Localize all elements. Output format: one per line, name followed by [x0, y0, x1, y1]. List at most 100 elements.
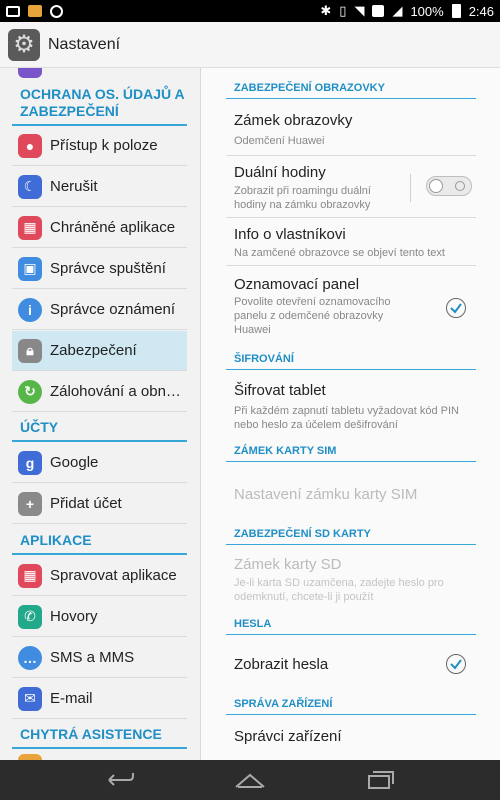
sidebar-item-label: E-mail [50, 690, 93, 707]
divider [410, 174, 411, 202]
sidebar-item-backup-restore[interactable]: ↻ Zálohování a obn… [12, 372, 187, 412]
item-title: Duální hodiny [234, 164, 326, 181]
notification-panel-item[interactable]: Oznamovací panel Povolite otevření oznam… [226, 266, 476, 346]
phone-icon: ✆ [18, 604, 42, 629]
category-apps: APLIKACE [12, 532, 187, 555]
item-title: Zámek karty SD [234, 556, 342, 573]
sim-lock-settings-item: Nastavení zámku karty SIM [226, 466, 476, 521]
item-title: Oznamovací panel [234, 276, 360, 293]
recent-apps-icon [368, 771, 394, 789]
settings-category-list: OCHRANA OS. ÚDAJŮ A ZABEZPEČENÍ ● Přístu… [0, 68, 200, 760]
sidebar-item-label: Zabezpečení [50, 342, 137, 359]
section-encryption: ŠIFROVÁNÍ [226, 353, 476, 370]
sidebar-item-label: Hovory [50, 608, 98, 625]
sidebar-item-label: Google [50, 454, 99, 471]
item-title: Zámek obrazovky [234, 112, 353, 129]
item-title: Správci zařízení [234, 728, 342, 745]
home-button[interactable] [230, 765, 270, 795]
item-title: Info o vlastníkovi [234, 226, 346, 243]
sidebar-item-label: Správce oznámení [50, 301, 176, 318]
item-summary: Zobrazit při roamingu duální hodiny na z… [234, 185, 371, 211]
item-summary: Při každém zapnutí tabletu vyžadovat kód… [234, 405, 460, 431]
sidebar-item-label: Přístup k poloze [50, 137, 158, 154]
sidebar-item-add-account[interactable]: + Přidat účet [12, 484, 187, 524]
dual-clocks-toggle[interactable] [426, 176, 472, 196]
sidebar-item-notification-manager[interactable]: i Správce oznámení [12, 290, 187, 330]
notification-panel-checkbox[interactable] [446, 298, 466, 318]
sidebar-item-security[interactable]: 🔒︎ Zabezpečení [12, 331, 187, 371]
bluetooth-icon: ✱ [320, 3, 332, 18]
battery-percent: 100% [410, 3, 444, 19]
toggle-knob [429, 179, 443, 193]
protected-apps-icon: ▦ [18, 215, 42, 240]
partial-list-icon [18, 68, 42, 78]
sidebar-item-startup-manager[interactable]: ▣ Správce spuštění [12, 249, 187, 289]
item-title: Nastavení zámku karty SIM [234, 486, 418, 503]
item-summary: Povolite otevření oznamovacího panelu z … [234, 296, 391, 336]
app-bar: ⚙ Nastavení [0, 22, 500, 68]
show-passwords-item[interactable]: Zobrazit hesla [226, 638, 476, 690]
navigation-bar [0, 760, 500, 800]
battery-icon [451, 4, 461, 18]
section-sd-security: ZABEZPEČENÍ SD KARTY [226, 528, 476, 545]
back-button[interactable] [100, 765, 140, 795]
encrypt-tablet-item[interactable]: Šifrovat tablet Při každém zapnutí table… [226, 372, 476, 438]
google-icon: g [18, 450, 42, 475]
sidebar-item-manage-apps[interactable]: ▦ Spravovat aplikace [12, 556, 187, 596]
dual-clocks-item[interactable]: Duální hodiny Zobrazit při roamingu duál… [226, 156, 476, 218]
item-title: Zobrazit hesla [234, 656, 329, 673]
sync-icon [50, 4, 63, 18]
sidebar-item-label: Spravovat aplikace [50, 567, 177, 584]
sidebar-item-label: Zálohování a obn… [50, 383, 181, 400]
item-summary: Na zamčené obrazovce se objeví tento tex… [234, 247, 445, 259]
sidebar-item-google[interactable]: g Google [12, 443, 187, 483]
gear-icon[interactable]: ⚙ [8, 28, 40, 61]
screenshot-icon [6, 5, 20, 17]
message-icon: … [18, 645, 42, 670]
item-summary: Odemčení Huawei [234, 135, 325, 147]
device-administrators-item[interactable]: Správci zařízení [226, 718, 476, 760]
show-passwords-checkbox[interactable] [446, 654, 466, 674]
security-settings-panel: ZABEZPEČENÍ OBRAZOVKY Zámek obrazovky Od… [200, 68, 500, 760]
owner-info-item[interactable]: Info o vlastníkovi Na zamčené obrazovce … [226, 218, 476, 266]
backup-icon: ↻ [18, 379, 42, 404]
question-icon [372, 5, 385, 17]
category-accounts: ÚČTY [12, 419, 187, 442]
item-summary: Je-li karta SD uzamčena, zadejte heslo p… [234, 577, 444, 603]
item-title: Šifrovat tablet [234, 382, 326, 399]
manage-apps-icon: ▦ [18, 563, 42, 588]
category-smart-assistance: CHYTRÁ ASISTENCE [12, 726, 187, 749]
startup-manager-icon: ▣ [18, 256, 42, 281]
clock: 2:46 [468, 3, 494, 19]
vibrate-icon: ▯ [339, 3, 347, 18]
sidebar-item-label: Nerušit [50, 178, 98, 195]
category-privacy-security: OCHRANA OS. ÚDAJŮ A ZABEZPEČENÍ [12, 86, 187, 126]
info-icon: i [18, 297, 42, 322]
sidebar-item-calls[interactable]: ✆ Hovory [12, 597, 187, 637]
sidebar-item-protected-apps[interactable]: ▦ Chráněné aplikace [12, 208, 187, 248]
toggle-off-indicator [455, 181, 465, 191]
app-notification-icon [28, 5, 42, 17]
section-sim-lock: ZÁMEK KARTY SIM [226, 445, 476, 462]
recent-apps-button[interactable] [360, 765, 400, 795]
moon-icon: ☾ [18, 174, 42, 199]
sidebar-item-email[interactable]: ✉ E-mail [12, 679, 187, 719]
location-pin-icon: ● [18, 133, 42, 158]
sidebar-item-label: Chráněné aplikace [50, 219, 176, 236]
sd-card-lock-item: Zámek karty SD Je-li karta SD uzamčena, … [226, 548, 476, 608]
lock-icon: 🔒︎ [18, 338, 42, 363]
wifi-icon: ◥ [354, 3, 365, 18]
sidebar-item-label: Správce spuštění [50, 260, 166, 277]
section-device-administration: SPRÁVA ZAŘÍZENÍ [226, 698, 476, 715]
home-icon [235, 773, 265, 788]
plus-icon: + [18, 491, 42, 516]
sidebar-item-do-not-disturb[interactable]: ☾ Nerušit [12, 167, 187, 207]
sidebar-item-location-access[interactable]: ● Přístup k poloze [12, 126, 187, 166]
status-bar: ✱ ▯ ◥ ◢ 100% 2:46 [0, 0, 500, 22]
sidebar-item-label: Přidat účet [50, 495, 122, 512]
back-icon [108, 773, 134, 786]
sidebar-item-sms-mms[interactable]: … SMS a MMS [12, 638, 187, 678]
signal-icon: ◢ [392, 3, 403, 18]
screen-lock-item[interactable]: Zámek obrazovky Odemčení Huawei [226, 104, 476, 156]
mail-icon: ✉ [18, 686, 42, 711]
